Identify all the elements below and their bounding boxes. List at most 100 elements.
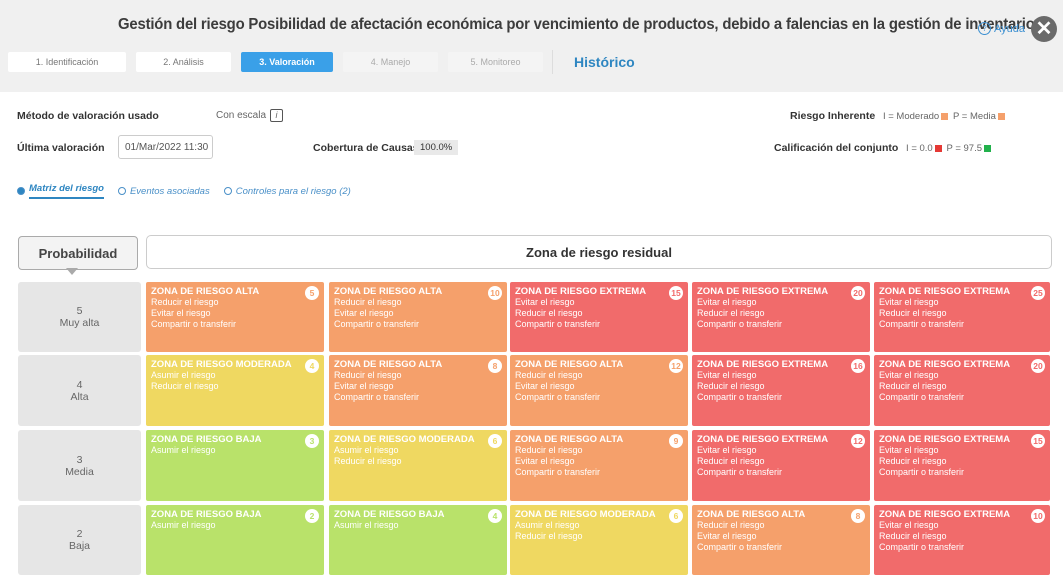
- zone-action: Reducir el riesgo: [515, 308, 583, 318]
- zone-action: Compartir o transferir: [879, 319, 965, 329]
- zone-score-badge: 10: [488, 286, 502, 300]
- zone-score-badge: 8: [488, 359, 502, 373]
- zone-action: Evitar el riesgo: [515, 381, 575, 391]
- risk-zone-cell[interactable]: ZONA DE RIESGO ALTA Reducir el riesgo Evit…: [510, 355, 688, 426]
- zone-title: ZONA DE RIESGO ALTA: [515, 359, 624, 370]
- probability-name: Muy alta: [59, 317, 100, 329]
- risk-zone-cell[interactable]: ZONA DE RIESGO BAJA Asumir el riesgo 4: [329, 505, 507, 575]
- tab-analisis[interactable]: 2. Análisis: [136, 52, 231, 72]
- probability-name: Alta: [70, 390, 89, 403]
- risk-zone-cell[interactable]: ZONA DE RIESGO ALTA Reducir el riesgo Evit…: [329, 355, 507, 426]
- probability-number: 2: [76, 528, 83, 540]
- calificacion-conjunto: Calificación del conjunto I = 0.0 P = 97…: [774, 142, 993, 154]
- zone-action: Asumir el riesgo: [151, 520, 216, 530]
- zone-action: Asumir el riesgo: [334, 520, 399, 530]
- subtab-controles[interactable]: Controles para el riesgo (2): [223, 183, 351, 199]
- zone-title: ZONA DE RIESGO ALTA: [334, 359, 443, 370]
- risk-zone-cell[interactable]: ZONA DE RIESGO EXTREMA Evitar el riesgo Re…: [874, 430, 1050, 501]
- zone-title: ZONA DE RIESGO EXTREMA: [879, 509, 1011, 520]
- radio-dot-icon: [117, 187, 126, 195]
- zone-score-badge: 4: [305, 359, 319, 373]
- subtabs: Matriz del riesgo Eventos asociadas Cont…: [17, 183, 351, 199]
- zone-title: ZONA DE RIESGO ALTA: [515, 434, 624, 445]
- help-link[interactable]: ? Ayuda: [978, 22, 1025, 35]
- zone-score-badge: 4: [488, 509, 502, 523]
- risk-zone-cell[interactable]: ZONA DE RIESGO ALTA Reducir el riesgo Evit…: [692, 505, 870, 575]
- zone-action: Reducir el riesgo: [334, 370, 402, 380]
- zone-action: Asumir el riesgo: [151, 370, 216, 380]
- radio-dot-icon: [223, 187, 232, 195]
- subtab-matriz[interactable]: Matriz del riesgo: [17, 183, 104, 199]
- risk-zone-cell[interactable]: ZONA DE RIESGO ALTA Reducir el riesgo Evit…: [146, 282, 324, 352]
- zone-action: Asumir el riesgo: [151, 445, 216, 455]
- zone-score-badge: 6: [669, 509, 683, 523]
- zone-action: Reducir el riesgo: [334, 456, 402, 466]
- zone-action: Asumir el riesgo: [334, 445, 399, 455]
- zone-action: Compartir o transferir: [879, 467, 965, 477]
- tab-valoracion[interactable]: 3. Valoración: [241, 52, 333, 72]
- probability-row-header: 3 Media: [18, 430, 141, 501]
- zone-title: ZONA DE RIESGO BAJA: [151, 509, 262, 520]
- zone-action: Reducir el riesgo: [697, 308, 765, 318]
- zone-action: Reducir el riesgo: [515, 531, 583, 541]
- zone-score-badge: 16: [851, 359, 865, 373]
- zone-action: Compartir o transferir: [697, 319, 783, 329]
- risk-zone-cell[interactable]: ZONA DE RIESGO EXTREMA Evitar el riesgo Re…: [874, 282, 1050, 352]
- close-button[interactable]: ✕: [1031, 16, 1057, 42]
- probability-name: Media: [65, 465, 94, 478]
- zone-action: Evitar el riesgo: [697, 297, 757, 307]
- zone-action: Compartir o transferir: [879, 392, 965, 402]
- historico-link[interactable]: Histórico: [574, 54, 635, 70]
- probability-row-header: 5 Muy alta: [18, 282, 141, 352]
- risk-zone-cell[interactable]: ZONA DE RIESGO ALTA Reducir el riesgo Evit…: [510, 430, 688, 501]
- probability-name: Baja: [68, 540, 90, 552]
- zone-title: ZONA DE RIESGO EXTREMA: [879, 286, 1011, 297]
- inherente-p-square: [997, 112, 1005, 120]
- calif-i-square: [934, 144, 942, 152]
- modal-window: Gestión del riesgo Posibilidad de afecta…: [0, 0, 1063, 575]
- inherente-p: P = Media: [953, 111, 996, 122]
- zone-score-badge: 15: [669, 286, 683, 300]
- risk-zone-cell[interactable]: ZONA DE RIESGO EXTREMA Evitar el riesgo Re…: [510, 282, 688, 352]
- subtab-matriz-label: Matriz del riesgo: [29, 183, 104, 199]
- cobertura-label: Cobertura de Causas: [313, 142, 419, 154]
- zone-title: ZONA DE RIESGO BAJA: [334, 509, 445, 520]
- zone-score-badge: 9: [669, 434, 683, 448]
- risk-zone-cell[interactable]: ZONA DE RIESGO MODERADA Asumir el riesgo R…: [146, 355, 324, 426]
- subtab-eventos[interactable]: Eventos asociadas: [117, 183, 210, 199]
- probability-row-header: 4 Alta: [18, 355, 141, 426]
- zone-title: ZONA DE RIESGO EXTREMA: [697, 434, 829, 445]
- risk-zone-cell[interactable]: ZONA DE RIESGO EXTREMA Evitar el riesgo Re…: [874, 505, 1050, 575]
- metodo-label: Método de valoración usado: [17, 110, 159, 122]
- zone-action: Reducir el riesgo: [515, 445, 583, 455]
- zone-action: Reducir el riesgo: [515, 370, 583, 380]
- probabilidad-arrow: [66, 268, 78, 275]
- risk-zone-cell[interactable]: ZONA DE RIESGO BAJA Asumir el riesgo 3: [146, 430, 324, 501]
- zone-action: Evitar el riesgo: [879, 445, 939, 455]
- zone-action: Evitar el riesgo: [697, 445, 757, 455]
- zone-title: ZONA DE RIESGO MODERADA: [151, 359, 292, 370]
- risk-zone-cell[interactable]: ZONA DE RIESGO EXTREMA Evitar el riesgo Re…: [692, 355, 870, 426]
- zone-title: ZONA DE RIESGO EXTREMA: [697, 286, 829, 297]
- zone-score-badge: 12: [669, 359, 683, 373]
- zone-action: Evitar el riesgo: [515, 297, 575, 307]
- risk-zone-cell[interactable]: ZONA DE RIESGO ALTA Reducir el riesgo Evit…: [329, 282, 507, 352]
- risk-zone-cell[interactable]: ZONA DE RIESGO MODERADA Asumir el riesgo R…: [510, 505, 688, 575]
- risk-zone-cell[interactable]: ZONA DE RIESGO BAJA Asumir el riesgo 2: [146, 505, 324, 575]
- ultima-label: Última valoración: [17, 142, 105, 154]
- risk-zone-cell[interactable]: ZONA DE RIESGO EXTREMA Evitar el riesgo Re…: [692, 282, 870, 352]
- zone-score-badge: 15: [1031, 434, 1045, 448]
- probability-number: 5: [76, 305, 83, 317]
- tab-identificacion[interactable]: 1. Identificación: [8, 52, 126, 72]
- info-icon[interactable]: i: [270, 109, 284, 122]
- risk-zone-cell[interactable]: ZONA DE RIESGO MODERADA Asumir el riesgo R…: [329, 430, 507, 501]
- ultima-value-field: 01/Mar/2022 11:30: [118, 135, 213, 159]
- zone-action: Evitar el riesgo: [697, 370, 757, 380]
- riesgo-inherente: Riesgo Inherente I = Moderado P = Media: [790, 110, 1007, 122]
- risk-zone-cell[interactable]: ZONA DE RIESGO EXTREMA Evitar el riesgo Re…: [874, 355, 1050, 426]
- zone-action: Compartir o transferir: [879, 542, 965, 552]
- risk-zone-cell[interactable]: ZONA DE RIESGO EXTREMA Evitar el riesgo Re…: [692, 430, 870, 501]
- zone-action: Evitar el riesgo: [879, 370, 939, 380]
- zone-score-badge: 3: [305, 434, 319, 448]
- zone-title: ZONA DE RIESGO EXTREMA: [697, 359, 829, 370]
